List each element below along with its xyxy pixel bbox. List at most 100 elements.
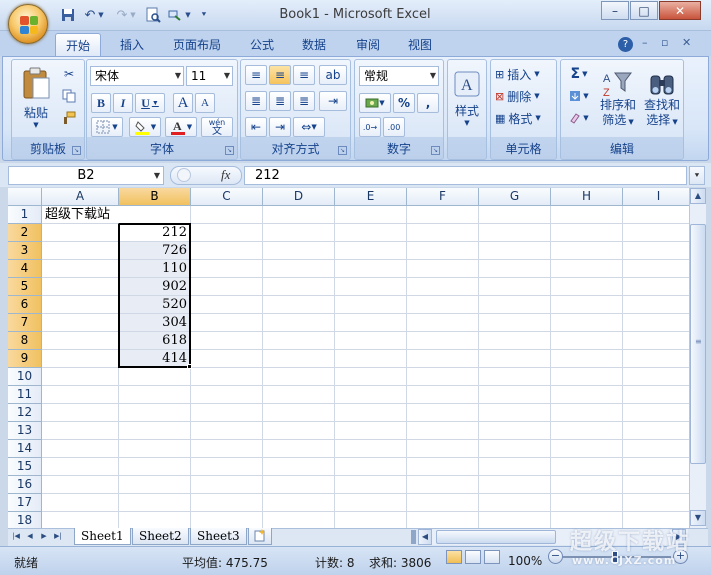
cell-c13[interactable] bbox=[191, 422, 263, 440]
cell-i7[interactable] bbox=[623, 314, 689, 332]
column-header-h[interactable]: H bbox=[551, 188, 623, 206]
cell-a14[interactable] bbox=[42, 440, 119, 458]
cell-c8[interactable] bbox=[191, 332, 263, 350]
cell-f14[interactable] bbox=[407, 440, 479, 458]
find-select-button[interactable]: 查找和 选择 ▼ bbox=[641, 64, 683, 136]
phonetic-button[interactable]: wén 文 bbox=[201, 117, 233, 137]
cell-b18[interactable] bbox=[119, 512, 191, 528]
cell-f16[interactable] bbox=[407, 476, 479, 494]
cell-h11[interactable] bbox=[551, 386, 623, 404]
cell-f12[interactable] bbox=[407, 404, 479, 422]
select-all-corner[interactable] bbox=[8, 188, 42, 206]
cell-c11[interactable] bbox=[191, 386, 263, 404]
ribbon-minimize-icon[interactable]: – bbox=[642, 36, 648, 49]
cell-d14[interactable] bbox=[263, 440, 335, 458]
cell-a8[interactable] bbox=[42, 332, 119, 350]
cell-i5[interactable] bbox=[623, 278, 689, 296]
fill-handle[interactable] bbox=[187, 364, 192, 369]
cell-f15[interactable] bbox=[407, 458, 479, 476]
font-color-button[interactable]: A ▼ bbox=[165, 117, 197, 137]
cell-d18[interactable] bbox=[263, 512, 335, 528]
cell-a10[interactable] bbox=[42, 368, 119, 386]
cell-c1[interactable] bbox=[191, 206, 263, 224]
cell-h18[interactable] bbox=[551, 512, 623, 528]
column-header-i[interactable]: I bbox=[623, 188, 689, 206]
row-header-12[interactable]: 12 bbox=[8, 404, 42, 422]
row-header-10[interactable]: 10 bbox=[8, 368, 42, 386]
scroll-left-icon[interactable]: ◀ bbox=[418, 529, 432, 545]
column-header-e[interactable]: E bbox=[335, 188, 407, 206]
cell-d3[interactable] bbox=[263, 242, 335, 260]
cell-h13[interactable] bbox=[551, 422, 623, 440]
shrink-font-button[interactable]: A bbox=[195, 93, 215, 113]
cell-f6[interactable] bbox=[407, 296, 479, 314]
cell-a1[interactable]: 超级下载站 bbox=[42, 206, 119, 224]
cell-d13[interactable] bbox=[263, 422, 335, 440]
undo-dropdown-icon[interactable]: ▼ bbox=[96, 6, 106, 24]
bold-button[interactable]: B bbox=[91, 93, 111, 113]
tab-home[interactable]: 开始 bbox=[55, 33, 102, 56]
cell-d6[interactable] bbox=[263, 296, 335, 314]
print-preview-icon[interactable] bbox=[143, 6, 163, 24]
cell-f8[interactable] bbox=[407, 332, 479, 350]
delete-cells-button[interactable]: ⊠ 删除 ▼ bbox=[494, 86, 554, 106]
cell-i10[interactable] bbox=[623, 368, 689, 386]
increase-indent-icon[interactable]: ⇥ bbox=[269, 117, 291, 137]
cell-b11[interactable] bbox=[119, 386, 191, 404]
cell-c17[interactable] bbox=[191, 494, 263, 512]
cell-d8[interactable] bbox=[263, 332, 335, 350]
cell-g17[interactable] bbox=[479, 494, 551, 512]
page-break-view-icon[interactable] bbox=[484, 550, 500, 564]
cell-a11[interactable] bbox=[42, 386, 119, 404]
cell-e6[interactable] bbox=[335, 296, 407, 314]
tab-split-handle[interactable] bbox=[411, 530, 416, 544]
cell-c16[interactable] bbox=[191, 476, 263, 494]
number-format-combo[interactable]: 常规 ▼ bbox=[359, 66, 439, 86]
cell-g7[interactable] bbox=[479, 314, 551, 332]
cell-b5[interactable]: 902 bbox=[119, 278, 191, 296]
align-bottom-icon[interactable]: ≡ bbox=[293, 65, 315, 85]
cell-b13[interactable] bbox=[119, 422, 191, 440]
cell-e4[interactable] bbox=[335, 260, 407, 278]
fill-color-button[interactable]: ▼ bbox=[129, 117, 161, 137]
italic-button[interactable]: I bbox=[113, 93, 133, 113]
column-header-f[interactable]: F bbox=[407, 188, 479, 206]
cell-c12[interactable] bbox=[191, 404, 263, 422]
insert-function-button[interactable]: fx bbox=[221, 167, 230, 183]
clear-icon[interactable]: ▼ bbox=[565, 108, 593, 128]
cell-a15[interactable] bbox=[42, 458, 119, 476]
quick-access-icon[interactable] bbox=[165, 6, 185, 24]
merge-center-icon[interactable]: ⇔ ▼ bbox=[293, 117, 325, 137]
vertical-scrollbar[interactable]: ▲ ≡ ▼ bbox=[689, 188, 706, 528]
cell-h1[interactable] bbox=[551, 206, 623, 224]
cell-b14[interactable] bbox=[119, 440, 191, 458]
cell-f11[interactable] bbox=[407, 386, 479, 404]
next-sheet-icon[interactable]: ▶ bbox=[38, 529, 50, 544]
cell-e14[interactable] bbox=[335, 440, 407, 458]
cell-e10[interactable] bbox=[335, 368, 407, 386]
cell-b8[interactable]: 618 bbox=[119, 332, 191, 350]
cut-icon[interactable]: ✂ bbox=[58, 64, 80, 84]
cell-d7[interactable] bbox=[263, 314, 335, 332]
sheet-tab-sheet2[interactable]: Sheet2 bbox=[132, 528, 189, 545]
name-box[interactable]: B2 ▼ bbox=[8, 166, 164, 185]
row-header-14[interactable]: 14 bbox=[8, 440, 42, 458]
cell-c15[interactable] bbox=[191, 458, 263, 476]
font-size-combo[interactable]: 11 ▼ bbox=[186, 66, 233, 86]
row-header-4[interactable]: 4 bbox=[8, 260, 42, 278]
close-button[interactable]: ✕ bbox=[659, 1, 701, 20]
save-icon[interactable] bbox=[58, 6, 78, 24]
cell-g3[interactable] bbox=[479, 242, 551, 260]
cell-b15[interactable] bbox=[119, 458, 191, 476]
cell-a2[interactable] bbox=[42, 224, 119, 242]
styles-dropdown-icon[interactable]: ▼ bbox=[464, 119, 469, 127]
cell-f5[interactable] bbox=[407, 278, 479, 296]
row-header-15[interactable]: 15 bbox=[8, 458, 42, 476]
decrease-indent-icon[interactable]: ⇤ bbox=[245, 117, 267, 137]
copy-icon[interactable] bbox=[58, 86, 80, 106]
cell-a7[interactable] bbox=[42, 314, 119, 332]
cell-c3[interactable] bbox=[191, 242, 263, 260]
cell-i16[interactable] bbox=[623, 476, 689, 494]
clipboard-launcher-icon[interactable]: ↘ bbox=[72, 146, 81, 155]
row-header-8[interactable]: 8 bbox=[8, 332, 42, 350]
